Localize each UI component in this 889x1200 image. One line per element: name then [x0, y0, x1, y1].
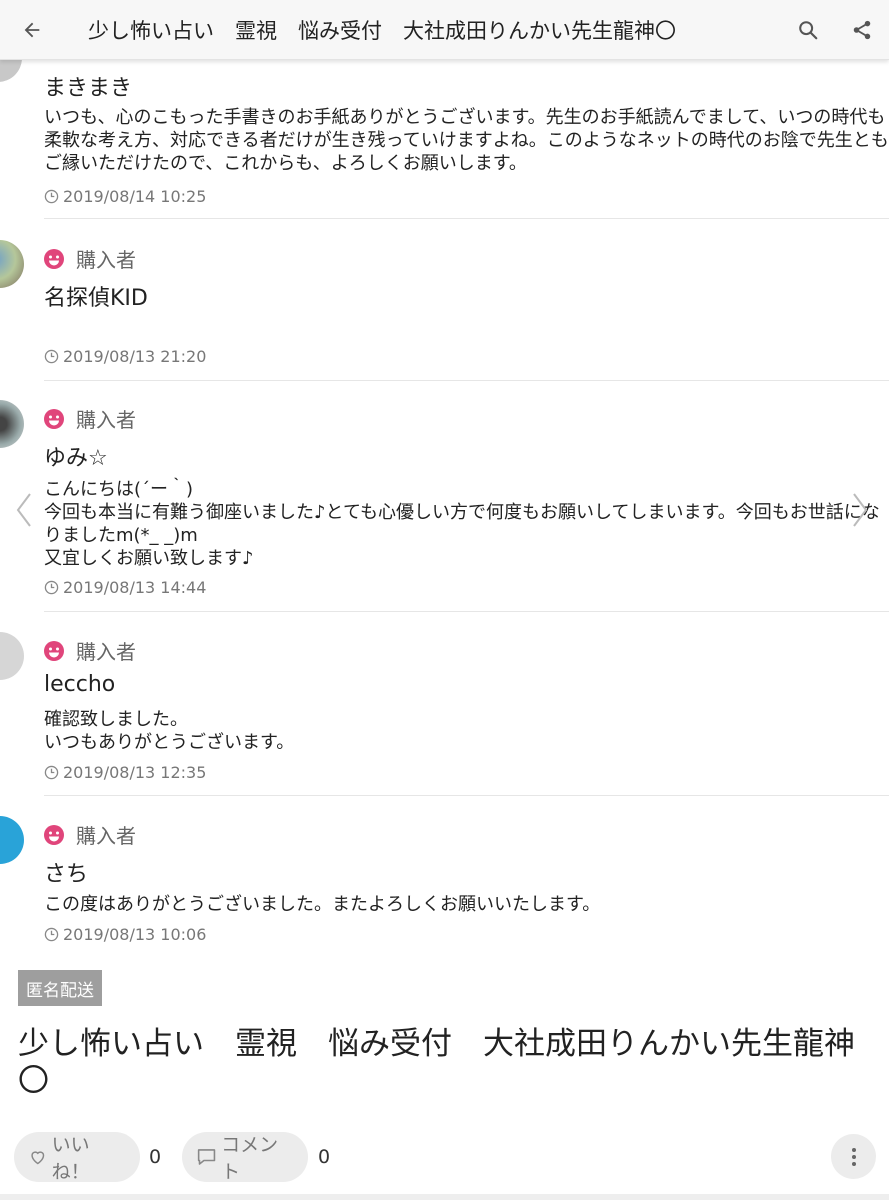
clock-icon — [44, 580, 59, 595]
anonymous-shipping-badge: 匿名配送 — [18, 970, 102, 1006]
like-count: 0 — [149, 1146, 162, 1168]
comment-user-name: ゆみ☆ — [44, 446, 108, 471]
like-button[interactable]: いいね！ — [14, 1132, 140, 1183]
buyer-label: 購入者 — [44, 820, 136, 849]
timestamp-text: 2019/08/13 12:35 — [63, 763, 207, 782]
timestamp-text: 2019/08/13 21:20 — [63, 347, 207, 366]
search-button[interactable] — [781, 0, 835, 60]
comment-timestamp: 2019/08/13 10:06 — [44, 925, 206, 944]
comment-timestamp: 2019/08/13 21:20 — [44, 347, 206, 366]
comment-user-name: leccho — [44, 672, 116, 697]
comment-body: 確認致しました。 いつもありがとうございます。 — [44, 709, 295, 753]
more-options-button[interactable] — [831, 1134, 876, 1179]
buyer-role: 購入者 — [76, 824, 136, 848]
comment-button[interactable]: コメント — [182, 1132, 308, 1183]
comment-label: コメント — [221, 1134, 279, 1183]
back-button[interactable] — [0, 0, 64, 60]
buyer-label: 購入者 — [44, 404, 136, 433]
avatar — [0, 632, 24, 680]
timestamp-text: 2019/08/13 10:06 — [63, 925, 207, 944]
bottom-divider — [0, 1194, 889, 1200]
share-button[interactable] — [835, 0, 889, 60]
divider — [44, 795, 889, 796]
comment-user-name: さち — [44, 862, 89, 887]
comment-body: いつも、心のこもった手書きのお手紙ありがとうございます。先生のお手紙読んでまして… — [44, 107, 889, 174]
comment-count: 0 — [318, 1146, 331, 1168]
speech-bubble-icon — [197, 1149, 216, 1165]
smiley-face-icon — [44, 824, 64, 845]
buyer-role: 購入者 — [76, 248, 136, 272]
smiley-face-icon — [44, 640, 64, 661]
clock-icon — [44, 765, 59, 780]
avatar — [0, 816, 24, 864]
comment-body: こんにちは(´ー｀) 今回も本当に有難う御座いました♪とても心優しい方で何度もお… — [44, 479, 880, 569]
page-title: 少し怖い占い 霊視 悩み受付 大社成田りんかい先生龍神〇 — [88, 18, 676, 43]
timestamp-text: 2019/08/13 14:44 — [63, 578, 207, 597]
chevron-right-icon[interactable] — [850, 490, 870, 530]
divider — [44, 380, 889, 381]
avatar — [0, 240, 24, 288]
comment-body: この度はありがとうございました。またよろしくお願いいたします。 — [44, 894, 601, 915]
comment-user-name: 名探偵KID — [44, 286, 148, 311]
clock-icon — [44, 349, 59, 364]
buyer-label: 購入者 — [44, 636, 136, 665]
item-title: 少し怖い占い 霊視 悩み受付 大社成田りんかい先生龍神〇 — [18, 1026, 855, 1099]
avatar — [0, 60, 22, 82]
buyer-role: 購入者 — [76, 640, 136, 664]
comment-user-name: まきまき — [44, 76, 133, 101]
smiley-face-icon — [44, 248, 64, 269]
search-icon — [799, 20, 818, 39]
clock-icon — [44, 927, 59, 942]
comment-timestamp: 2019/08/13 14:44 — [44, 578, 206, 597]
divider — [44, 218, 889, 219]
like-label: いいね！ — [51, 1134, 90, 1183]
avatar — [0, 400, 24, 448]
chevron-left-icon[interactable] — [14, 490, 34, 530]
more-vertical-icon — [851, 1147, 856, 1166]
arrow-left-icon — [24, 22, 40, 37]
buyer-role: 購入者 — [76, 408, 136, 432]
comment-timestamp: 2019/08/14 10:25 — [44, 187, 206, 206]
heart-icon — [31, 1151, 45, 1165]
share-icon — [853, 20, 871, 39]
buyer-label: 購入者 — [44, 244, 136, 273]
divider — [44, 611, 889, 612]
timestamp-text: 2019/08/14 10:25 — [63, 187, 207, 206]
comment-timestamp: 2019/08/13 12:35 — [44, 763, 206, 782]
clock-icon — [44, 189, 59, 204]
reviews-screenshot: まきまき いつも、心のこもった手書きのお手紙ありがとうございます。先生のお手紙読… — [0, 60, 889, 965]
top-app-bar: 少し怖い占い 霊視 悩み受付 大社成田りんかい先生龍神〇 — [0, 0, 889, 60]
smiley-face-icon — [44, 408, 64, 429]
